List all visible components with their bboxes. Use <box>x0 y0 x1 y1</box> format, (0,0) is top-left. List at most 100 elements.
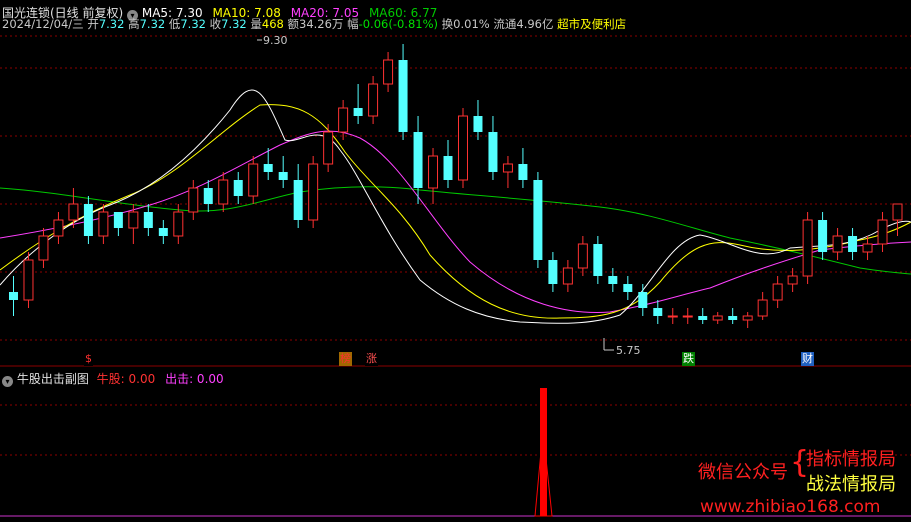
candle-body <box>173 211 184 237</box>
candle-body <box>53 219 64 237</box>
candle-body <box>787 275 798 285</box>
high-price-label: 9.30 <box>263 34 288 47</box>
candle-body <box>488 132 498 172</box>
candle-body <box>608 276 618 284</box>
candle-body <box>457 115 468 181</box>
candle-body <box>533 180 543 260</box>
float-value: 流通4.96亿 <box>493 17 554 31</box>
signal-spike <box>534 388 553 517</box>
candle-body <box>757 299 768 317</box>
candle-body <box>502 163 513 173</box>
watermark-line2b: 战法情报局 <box>806 474 896 495</box>
event-tag-rank[interactable]: 榜 <box>339 352 352 366</box>
low-value: 7.32 <box>180 17 206 31</box>
watermark-wechat: 微信公众号 <box>698 462 788 483</box>
sub-chart-header: ▾ 牛股出击副图 牛股: 0.00 出击: 0.00 <box>2 370 224 387</box>
quote-line: 2024/12/04/三 开7.32 高7.32 低7.32 收7.32 量46… <box>2 16 626 32</box>
candle-body <box>248 163 259 197</box>
candle-body <box>593 244 603 276</box>
low-price-label: 5.75 <box>616 344 641 357</box>
candle-body <box>728 316 738 320</box>
candle-body <box>682 315 693 318</box>
candle-body <box>143 212 153 228</box>
close-value: 7.32 <box>221 17 247 31</box>
high-label: 高 <box>128 17 140 31</box>
candle-body <box>428 155 439 189</box>
candle-body <box>203 188 213 204</box>
candle-body <box>892 203 903 221</box>
turnover-value: 换0.01% <box>441 17 490 31</box>
sub-chart-title[interactable]: 牛股出击副图 <box>17 372 89 386</box>
candle-body <box>113 212 123 228</box>
candle-body <box>667 315 678 318</box>
sub-label-attack: 出击: 0.00 <box>165 372 224 386</box>
candle-body <box>98 211 109 237</box>
sub-label-bull: 牛股: 0.00 <box>96 372 156 386</box>
volume-label: 量 <box>250 17 262 31</box>
candle-body <box>862 243 873 253</box>
candle-body <box>877 219 888 245</box>
candle-body <box>548 260 558 284</box>
candle-body <box>128 211 139 229</box>
candle-body <box>278 172 288 180</box>
event-tag-rise[interactable]: 涨 <box>365 352 378 366</box>
grid-lines <box>0 35 911 517</box>
candle-body <box>383 59 394 85</box>
candle-body <box>308 163 319 221</box>
candle-body <box>23 259 34 301</box>
amount-value: 34.26万 <box>299 17 344 31</box>
candle-body <box>562 267 573 285</box>
event-tag-fall[interactable]: 跌 <box>682 352 695 366</box>
change-value: -0.06(-0.81%) <box>358 17 439 31</box>
candle-body <box>577 243 588 269</box>
chevron-down-icon[interactable]: ▾ <box>2 376 13 387</box>
candle-body <box>742 315 753 321</box>
ma60-line <box>0 186 911 275</box>
watermark-line2a: 指标情报局 <box>806 449 896 470</box>
candle-body <box>158 228 168 236</box>
candle-body <box>398 60 408 132</box>
open-value: 7.32 <box>98 17 125 31</box>
open-label: 开 <box>87 17 99 31</box>
candle-body <box>443 156 453 180</box>
candle-body <box>473 116 483 132</box>
candle-body <box>848 236 858 252</box>
candle-body <box>38 235 49 261</box>
candle-body <box>233 180 243 196</box>
watermark-url: www.zhibiao168.com <box>700 497 881 517</box>
amount-label: 额 <box>287 17 300 31</box>
candle-body <box>68 203 79 221</box>
candle-body <box>368 83 379 117</box>
candle-body <box>188 187 199 213</box>
candle-body <box>338 107 349 133</box>
candle-body <box>518 164 528 180</box>
candle-body <box>353 108 363 116</box>
low-label: 低 <box>168 17 181 31</box>
candle-body <box>218 179 229 205</box>
quote-date: 2024/12/04/三 <box>2 17 84 31</box>
candle-body <box>263 164 273 172</box>
volume-value: 468 <box>261 17 284 31</box>
candle-body <box>413 132 423 188</box>
candle-body <box>818 220 828 252</box>
candle-body <box>653 308 663 316</box>
candle-body <box>83 204 93 236</box>
change-label: 幅 <box>347 17 359 31</box>
candle-body <box>323 131 334 165</box>
high-value: 7.32 <box>139 17 166 31</box>
candle-body <box>772 283 783 301</box>
candle-body <box>698 316 708 320</box>
candle-body <box>712 315 723 321</box>
candle-body <box>832 235 843 253</box>
kline-chart[interactable]: 9.30 5.75 <box>0 0 911 522</box>
candles <box>8 44 903 328</box>
candle-body <box>638 292 648 308</box>
candle-body <box>623 284 633 292</box>
event-tag-finance[interactable]: 财 <box>801 352 814 366</box>
candle-body <box>8 292 18 300</box>
sector-link[interactable]: 超市及便利店 <box>557 17 626 31</box>
event-tag-dollar[interactable]: $ <box>84 352 93 366</box>
close-label: 收 <box>209 17 222 31</box>
candle-body <box>293 180 303 220</box>
candle-body <box>802 219 813 277</box>
